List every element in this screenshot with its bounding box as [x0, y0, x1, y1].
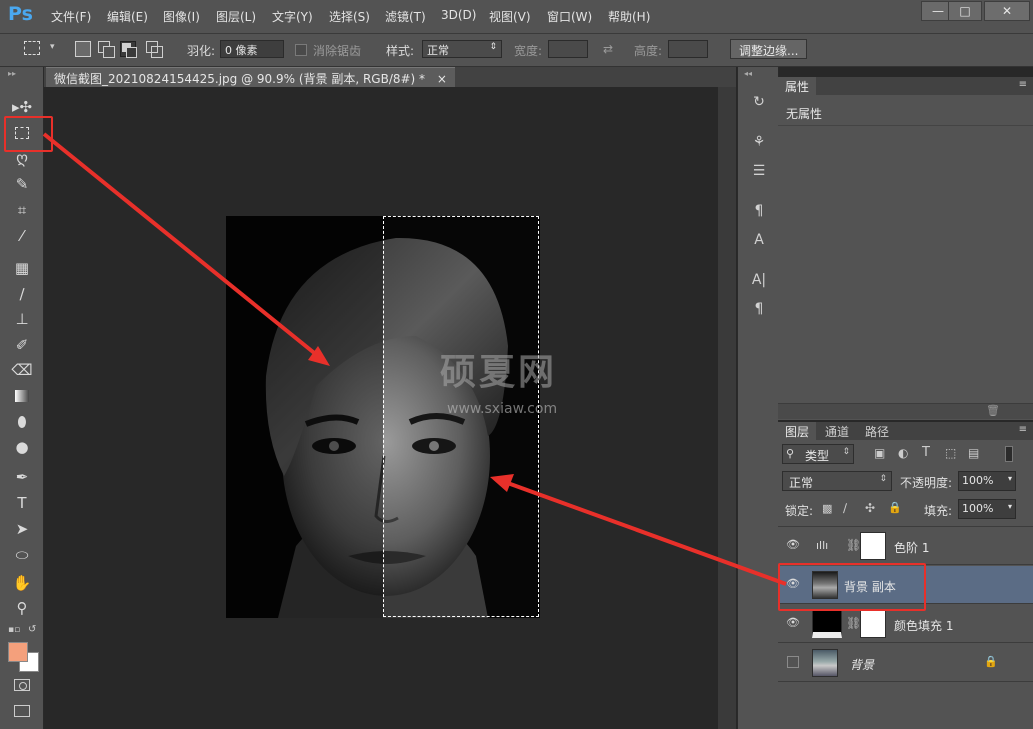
annotation-arrow-line	[504, 480, 787, 586]
annotation-arrows	[42, 132, 787, 586]
annotation-arrowhead	[490, 474, 514, 492]
annotation-arrow-line	[42, 132, 320, 358]
